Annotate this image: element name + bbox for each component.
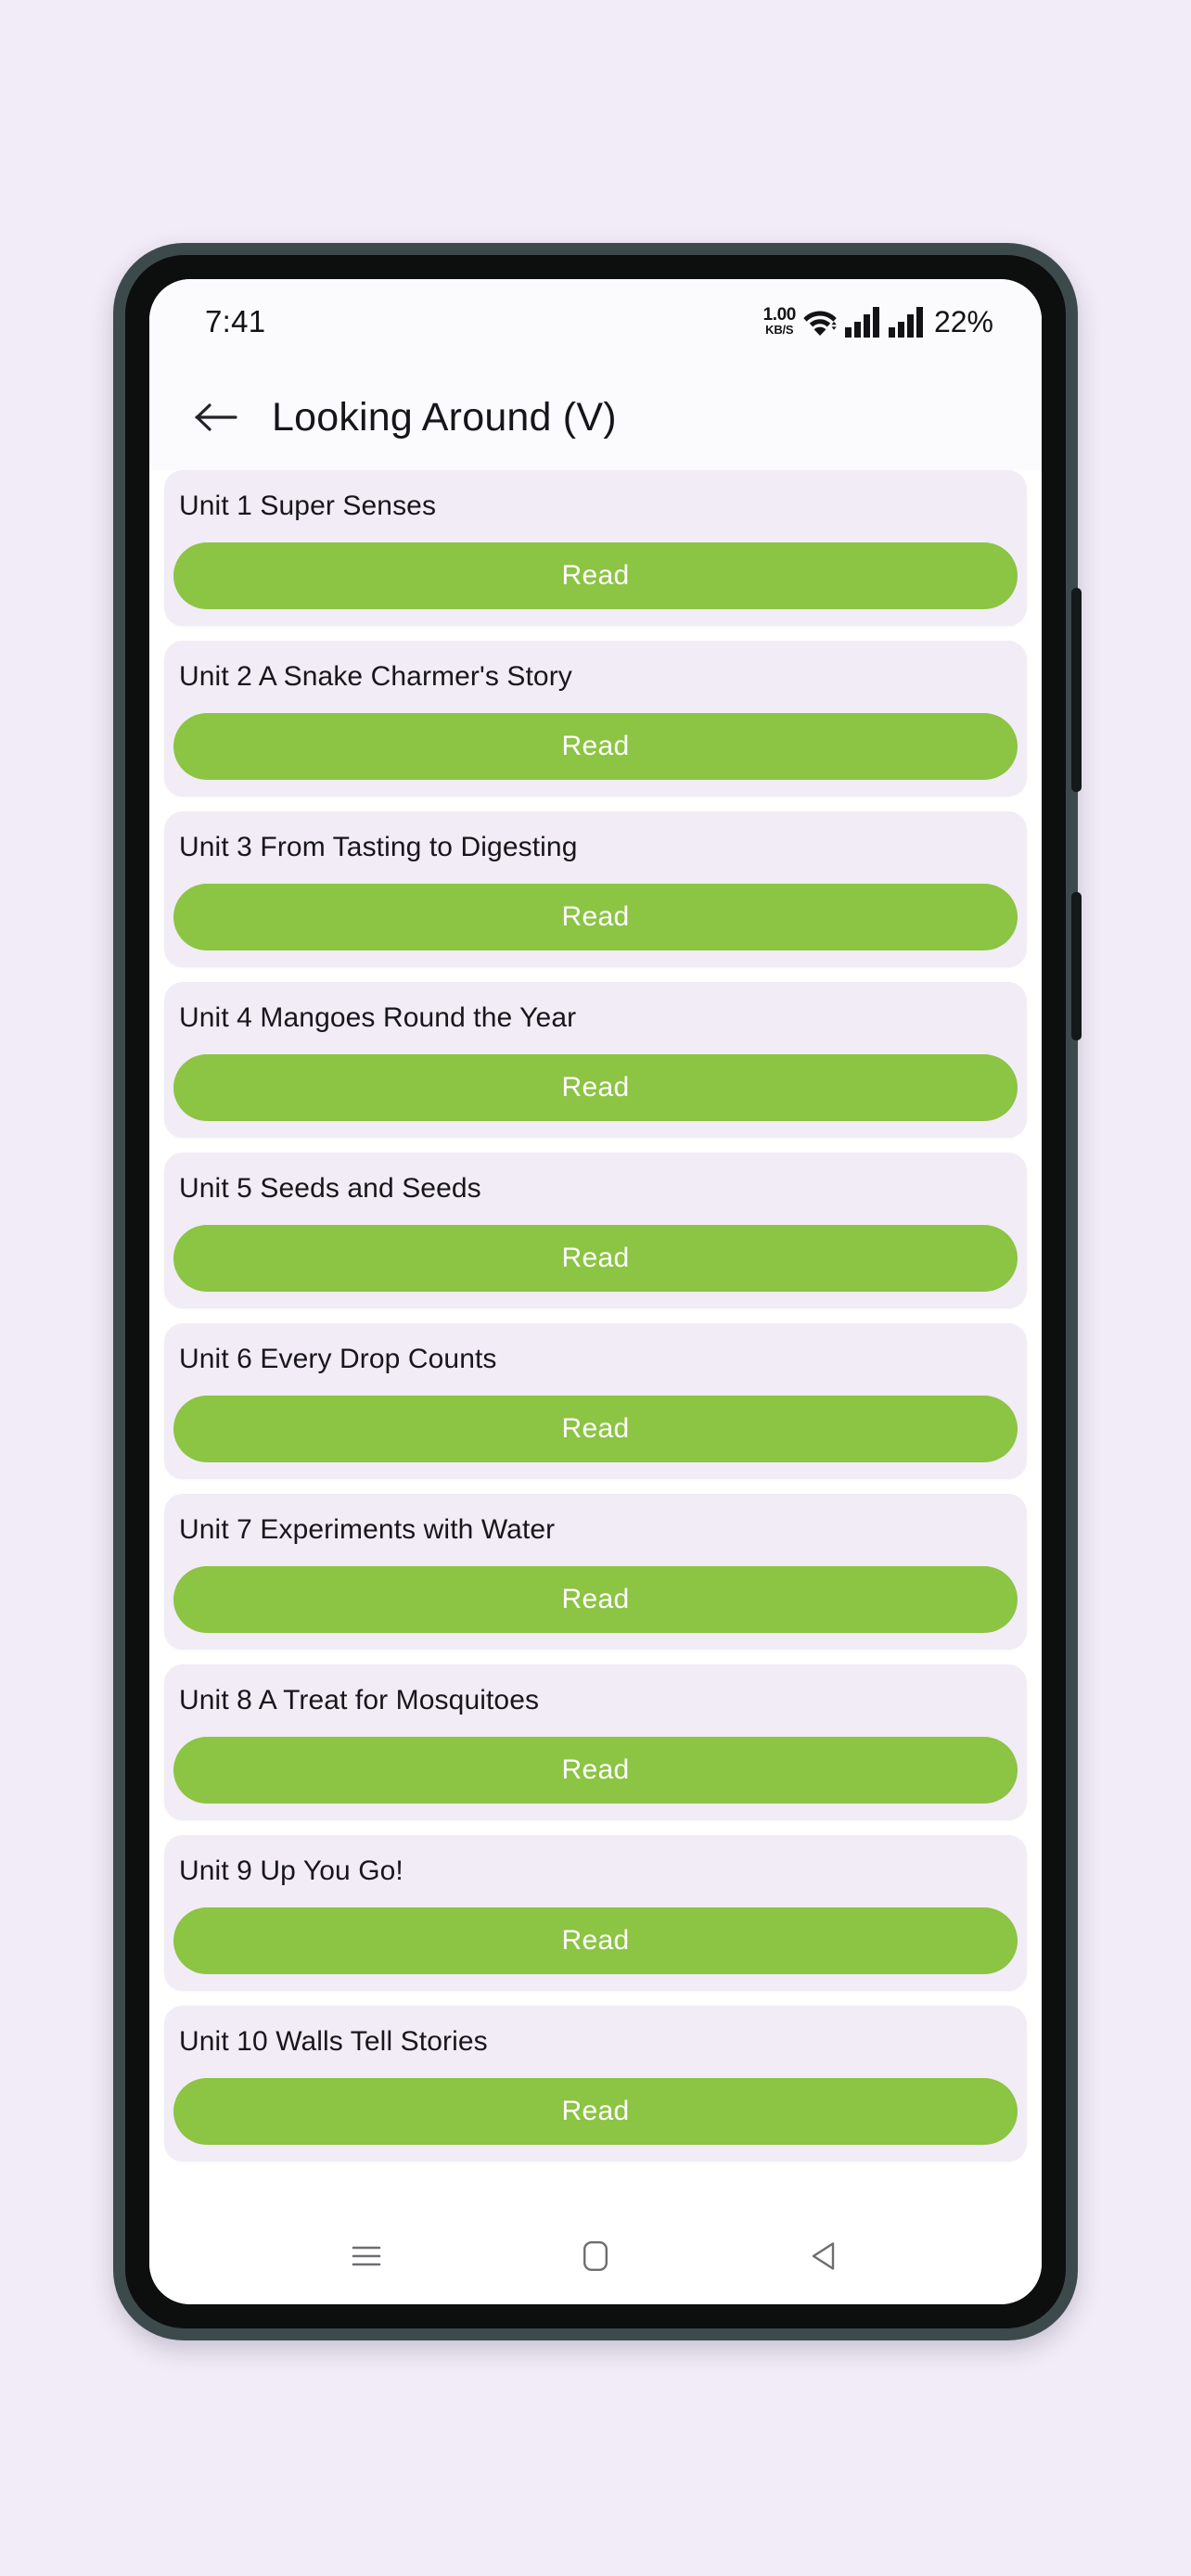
read-button[interactable]: Read [173, 1566, 1018, 1633]
list-item[interactable]: Unit 8 A Treat for Mosquitoes Read [164, 1664, 1027, 1820]
battery-percentage: 22% [933, 304, 993, 338]
unit-title: Unit 1 Super Senses [179, 491, 437, 521]
read-button-label: Read [561, 1584, 630, 1614]
back-arrow-icon [195, 403, 237, 431]
network-speed-indicator: 1.00 KB/S [762, 305, 797, 337]
list-item[interactable]: Unit 1 Super Senses Read [164, 470, 1027, 626]
app-bar: Looking Around (V) [149, 364, 1042, 470]
unit-title: Unit 9 Up You Go! [179, 1855, 403, 1886]
status-bar-clock: 7:41 [205, 304, 266, 338]
back-nav-button[interactable] [784, 2223, 865, 2289]
system-navigation-bar [149, 2208, 1042, 2304]
network-speed-value: 1.00 [762, 305, 797, 325]
signal-bars-icon [888, 307, 923, 338]
list-item[interactable]: Unit 6 Every Drop Counts Read [164, 1323, 1027, 1479]
unit-title: Unit 4 Mangoes Round the Year [179, 1002, 577, 1033]
read-button-label: Read [561, 1925, 630, 1956]
read-button[interactable]: Read [173, 884, 1018, 950]
home-square-icon [583, 2241, 608, 2272]
unit-title: Unit 7 Experiments with Water [179, 1514, 556, 1545]
read-button-label: Read [561, 901, 630, 932]
volume-button[interactable] [1071, 588, 1082, 792]
device-bezel: 7:41 1.00 KB/S 22% Looking Around (V) Un… [125, 255, 1066, 2328]
read-button[interactable]: Read [173, 713, 1018, 780]
unit-title: Unit 5 Seeds and Seeds [179, 1173, 481, 1204]
hamburger-menu-icon [352, 2246, 380, 2266]
read-button-label: Read [561, 1243, 630, 1273]
back-triangle-icon [813, 2242, 835, 2270]
unit-title: Unit 8 A Treat for Mosquitoes [179, 1685, 540, 1715]
list-item[interactable]: Unit 3 From Tasting to Digesting Read [164, 811, 1027, 967]
network-speed-unit: KB/S [765, 323, 794, 337]
list-item[interactable]: Unit 2 A Snake Charmer's Story Read [164, 641, 1027, 797]
list-item[interactable]: Unit 5 Seeds and Seeds Read [164, 1153, 1027, 1308]
unit-title: Unit 6 Every Drop Counts [179, 1344, 497, 1374]
read-button[interactable]: Read [173, 1054, 1018, 1121]
unit-title: Unit 10 Walls Tell Stories [179, 2026, 488, 2057]
recents-button[interactable] [326, 2223, 407, 2289]
read-button-label: Read [561, 1754, 630, 1785]
unit-list[interactable]: Unit 1 Super Senses Read Unit 2 A Snake … [149, 470, 1042, 2208]
home-button[interactable] [555, 2223, 636, 2289]
read-button-label: Read [561, 2096, 630, 2126]
read-button[interactable]: Read [173, 2078, 1018, 2145]
read-button[interactable]: Read [173, 1225, 1018, 1292]
phone-device-frame: 7:41 1.00 KB/S 22% Looking Around (V) Un… [113, 243, 1082, 2340]
page-title: Looking Around (V) [272, 394, 617, 440]
status-bar: 7:41 1.00 KB/S 22% [149, 279, 1042, 364]
list-item[interactable]: Unit 7 Experiments with Water Read [164, 1494, 1027, 1650]
read-button[interactable]: Read [173, 1396, 1018, 1462]
list-item[interactable]: Unit 9 Up You Go! Read [164, 1835, 1027, 1991]
unit-title: Unit 2 A Snake Charmer's Story [179, 661, 572, 692]
read-button-label: Read [561, 1413, 630, 1444]
list-item[interactable]: Unit 10 Walls Tell Stories Read [164, 2006, 1027, 2162]
status-bar-indicators: 1.00 KB/S 22% [763, 305, 993, 339]
read-button[interactable]: Read [173, 542, 1018, 609]
read-button[interactable]: Read [173, 1737, 1018, 1804]
read-button-label: Read [561, 560, 630, 591]
read-button[interactable]: Read [173, 1907, 1018, 1974]
read-button-label: Read [561, 731, 630, 761]
unit-title: Unit 3 From Tasting to Digesting [179, 832, 578, 862]
signal-bars-icon [844, 307, 879, 338]
wifi-icon [803, 311, 837, 336]
list-item[interactable]: Unit 4 Mangoes Round the Year Read [164, 982, 1027, 1138]
phone-screen: 7:41 1.00 KB/S 22% Looking Around (V) Un… [149, 279, 1042, 2304]
back-button[interactable] [190, 391, 242, 443]
read-button-label: Read [561, 1072, 630, 1103]
power-button[interactable] [1071, 892, 1082, 1040]
